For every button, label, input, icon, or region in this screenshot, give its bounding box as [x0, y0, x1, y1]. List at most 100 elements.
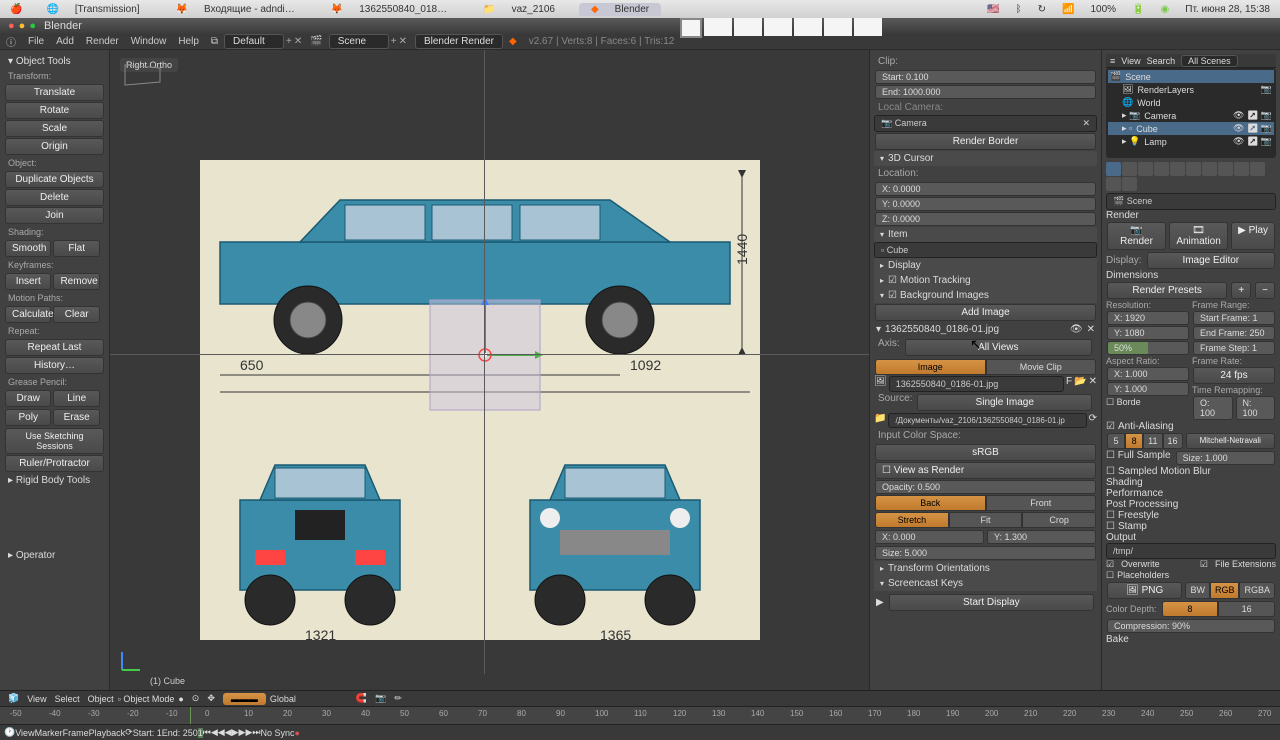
display-dropdown[interactable]: Image Editor: [1147, 252, 1275, 269]
remap-n[interactable]: N: 100: [1236, 396, 1276, 420]
mode-dropdown[interactable]: ▫ Object Mode: [118, 694, 175, 704]
animation-button[interactable]: 🎞 Animation: [1169, 222, 1228, 250]
bg-x[interactable]: X: 0.000: [875, 530, 984, 544]
clip-start[interactable]: Start: 0.100: [875, 70, 1096, 84]
remap-o[interactable]: O: 100: [1193, 396, 1233, 420]
app-tab-2[interactable]: 🦊1362550840_018…: [319, 3, 459, 16]
addimage-button[interactable]: Add Image: [875, 304, 1096, 321]
back-toggle[interactable]: Back: [875, 495, 986, 511]
app-tab-1[interactable]: 🦊Входящие - adndi…: [164, 3, 307, 16]
ics-dropdown[interactable]: sRGB: [875, 444, 1096, 461]
new-icon[interactable]: 📂: [1074, 376, 1086, 392]
menu-help[interactable]: Help: [178, 36, 199, 47]
post-header[interactable]: Post Processing: [1106, 499, 1276, 510]
eye-icon[interactable]: 👁: [1070, 324, 1083, 335]
translate-button[interactable]: Translate: [5, 84, 104, 101]
preset-add[interactable]: +: [1231, 282, 1251, 299]
perf-header[interactable]: Performance: [1106, 488, 1276, 499]
frame-step[interactable]: Frame Step: 1: [1193, 341, 1275, 355]
manip-icon[interactable]: ✥: [207, 693, 215, 704]
play-button[interactable]: ▶ Play: [1231, 222, 1275, 250]
freestyle-header[interactable]: Freestyle: [1106, 510, 1276, 521]
tmenu-marker[interactable]: Marker: [35, 728, 63, 738]
bw-toggle[interactable]: BW: [1185, 582, 1210, 599]
outliner-lamp[interactable]: ▸ 💡 Lamp 👁 ↗ 📷: [1108, 135, 1274, 148]
frame-start-field[interactable]: Start: 1: [133, 728, 162, 738]
movie-tab[interactable]: Movie Clip: [986, 359, 1097, 375]
aa-header[interactable]: Anti-Aliasing: [1106, 421, 1276, 432]
duplicate-button[interactable]: Duplicate Objects: [5, 171, 104, 188]
overwrite-check[interactable]: [1106, 559, 1117, 570]
aa-5[interactable]: 5: [1107, 433, 1125, 449]
res-y[interactable]: Y: 1080: [1107, 326, 1189, 340]
tmenu-view[interactable]: View: [15, 728, 34, 738]
app-tab-4[interactable]: ◆Blender: [579, 3, 661, 16]
history-button[interactable]: History…: [5, 357, 104, 374]
outliner-camera[interactable]: ▸ 📷 Camera 👁 ↗ 📷: [1108, 109, 1274, 122]
outliner-view-menu[interactable]: View: [1121, 56, 1140, 66]
res-pct[interactable]: 50%: [1107, 341, 1189, 355]
renderborder-button[interactable]: Render Border: [875, 133, 1096, 150]
camera-field[interactable]: 📷 Camera✕: [874, 115, 1097, 132]
front-toggle[interactable]: Front: [986, 495, 1097, 511]
close-icon[interactable]: ✕: [1087, 324, 1095, 335]
timeline-cursor[interactable]: [190, 707, 191, 724]
scene-add[interactable]: +: [391, 36, 397, 47]
item-name[interactable]: ▫ Cube: [874, 242, 1097, 258]
gpencil-icon[interactable]: ✏: [394, 693, 402, 704]
editor-type-icon[interactable]: ⓘ: [6, 34, 16, 49]
preset-del[interactable]: −: [1255, 282, 1275, 299]
smooth-button[interactable]: Smooth: [5, 240, 51, 257]
render-panel-header[interactable]: Render: [1106, 210, 1276, 221]
aa-11[interactable]: 11: [1143, 433, 1162, 449]
opacity-slider[interactable]: Opacity: 0.500: [875, 480, 1096, 494]
aa-filter[interactable]: Mitchell-Netravali: [1186, 433, 1276, 449]
frame-end-field[interactable]: End: 250: [162, 728, 198, 738]
rgb-toggle[interactable]: RGB: [1210, 582, 1240, 599]
snap-icon[interactable]: 🧲: [356, 693, 367, 704]
frame-end[interactable]: End Frame: 250: [1193, 326, 1275, 340]
crop-toggle[interactable]: Crop: [1022, 512, 1096, 528]
asp-x[interactable]: X: 1.000: [1107, 367, 1189, 381]
tab-layers[interactable]: [1122, 162, 1137, 176]
tab-constraint[interactable]: [1186, 162, 1201, 176]
cursor-z[interactable]: Z: 0.0000: [875, 212, 1096, 226]
prev-key-icon[interactable]: ◀◀: [211, 727, 225, 738]
bg-size[interactable]: Size: 5.000: [875, 546, 1096, 560]
draw-button[interactable]: Draw: [5, 390, 51, 407]
tab-material[interactable]: [1234, 162, 1249, 176]
timeline-type-icon[interactable]: 🕐: [4, 727, 15, 738]
freestyle-check[interactable]: [1106, 510, 1118, 521]
play-icon[interactable]: ▶: [876, 597, 884, 608]
screencast-header[interactable]: Screencast Keys: [874, 576, 1097, 591]
jump-start-icon[interactable]: ⏮: [203, 727, 211, 738]
bg-y[interactable]: Y: 1.300: [987, 530, 1096, 544]
hmenu-object[interactable]: Object: [88, 694, 114, 704]
presets-dropdown[interactable]: Render Presets: [1107, 282, 1227, 299]
aa-16[interactable]: 16: [1163, 433, 1183, 449]
layout-del[interactable]: ✕: [294, 36, 302, 47]
stretch-toggle[interactable]: Stretch: [875, 512, 949, 528]
menu-add[interactable]: Add: [56, 36, 74, 47]
ruler-button[interactable]: Ruler/Protractor: [5, 455, 104, 472]
source-dropdown[interactable]: Single Image: [917, 394, 1092, 411]
cursor-x[interactable]: X: 0.0000: [875, 182, 1096, 196]
filepath-field[interactable]: /Документы/vaz_2106/1362550840_0186-01.j…: [888, 413, 1086, 428]
aa-check[interactable]: [1106, 421, 1118, 432]
clear-button[interactable]: Clear: [53, 306, 99, 323]
axis-dropdown[interactable]: All Views: [905, 339, 1092, 356]
cursor-y[interactable]: Y: 0.0000: [875, 197, 1096, 211]
fake-user[interactable]: F: [1066, 376, 1072, 392]
join-button[interactable]: Join: [5, 207, 104, 224]
traffic-max[interactable]: ●: [29, 20, 36, 32]
hmenu-select[interactable]: Select: [55, 694, 80, 704]
erase-button[interactable]: Erase: [53, 409, 99, 426]
tab-scene[interactable]: [1138, 162, 1153, 176]
autokey-icon[interactable]: ●: [295, 728, 300, 738]
rotate-button[interactable]: Rotate: [5, 102, 104, 119]
restrict-icons[interactable]: 👁 ↗ 📷: [1233, 136, 1272, 147]
rgba-toggle[interactable]: RGBA: [1239, 582, 1275, 599]
delete-button[interactable]: Delete: [5, 189, 104, 206]
shading-header[interactable]: Shading: [1106, 477, 1276, 488]
scale-button[interactable]: Scale: [5, 120, 104, 137]
